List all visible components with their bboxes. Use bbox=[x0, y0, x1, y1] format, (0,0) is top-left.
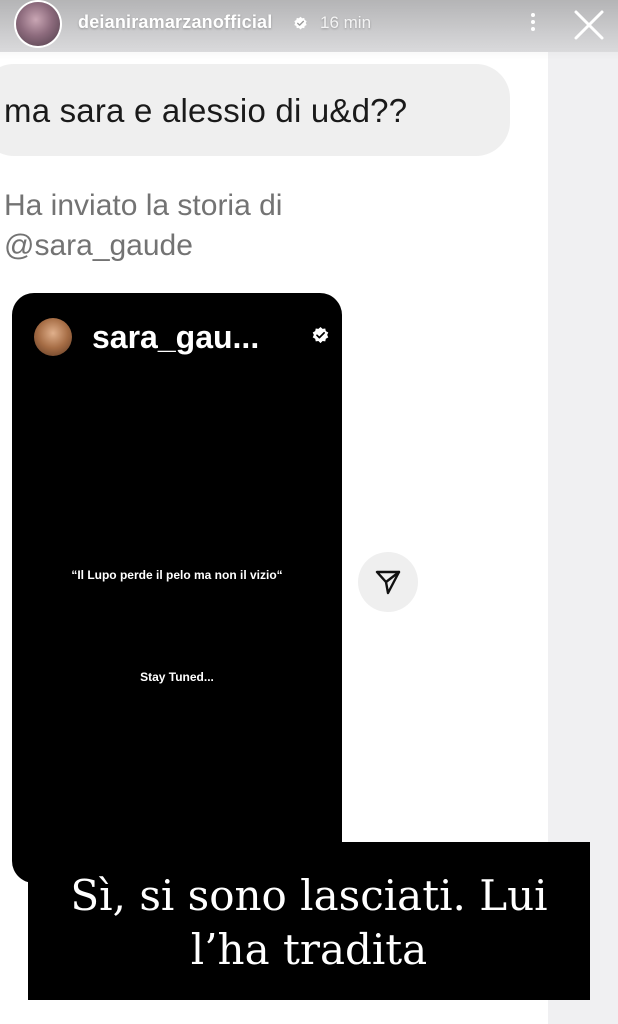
verified-badge-icon bbox=[294, 16, 307, 30]
story-username[interactable]: deianiramarzanofficial bbox=[78, 12, 272, 33]
caption-box: Sì, si sono lasciati. Lui l’ha tradita bbox=[28, 842, 590, 1000]
story-header: deianiramarzanofficial 16 min bbox=[0, 0, 618, 52]
close-icon[interactable] bbox=[572, 8, 606, 42]
shared-story-avatar bbox=[34, 318, 72, 356]
more-vertical-icon bbox=[531, 13, 535, 17]
verified-badge-icon bbox=[312, 326, 329, 344]
message-text: ma sara e alessio di u&d?? bbox=[4, 92, 408, 129]
profile-avatar[interactable] bbox=[16, 2, 60, 46]
story-time: 16 min bbox=[320, 13, 372, 32]
caption-text: Sì, si sono lasciati. Lui l’ha tradita bbox=[70, 871, 548, 974]
story-share-note: Ha inviato la storia di @sara_gaude bbox=[4, 189, 283, 262]
shared-story-stay-tuned: Stay Tuned... bbox=[140, 670, 214, 684]
shared-story-card[interactable]: sara_gau... “Il Lupo perde il pelo ma no… bbox=[12, 293, 342, 883]
shared-story-username: sara_gau... bbox=[92, 319, 260, 355]
more-options-button[interactable] bbox=[520, 10, 546, 38]
shared-story-quote: “Il Lupo perde il pelo ma non il vizio“ bbox=[71, 568, 283, 582]
send-icon bbox=[375, 570, 401, 595]
share-story-button[interactable] bbox=[358, 552, 418, 612]
